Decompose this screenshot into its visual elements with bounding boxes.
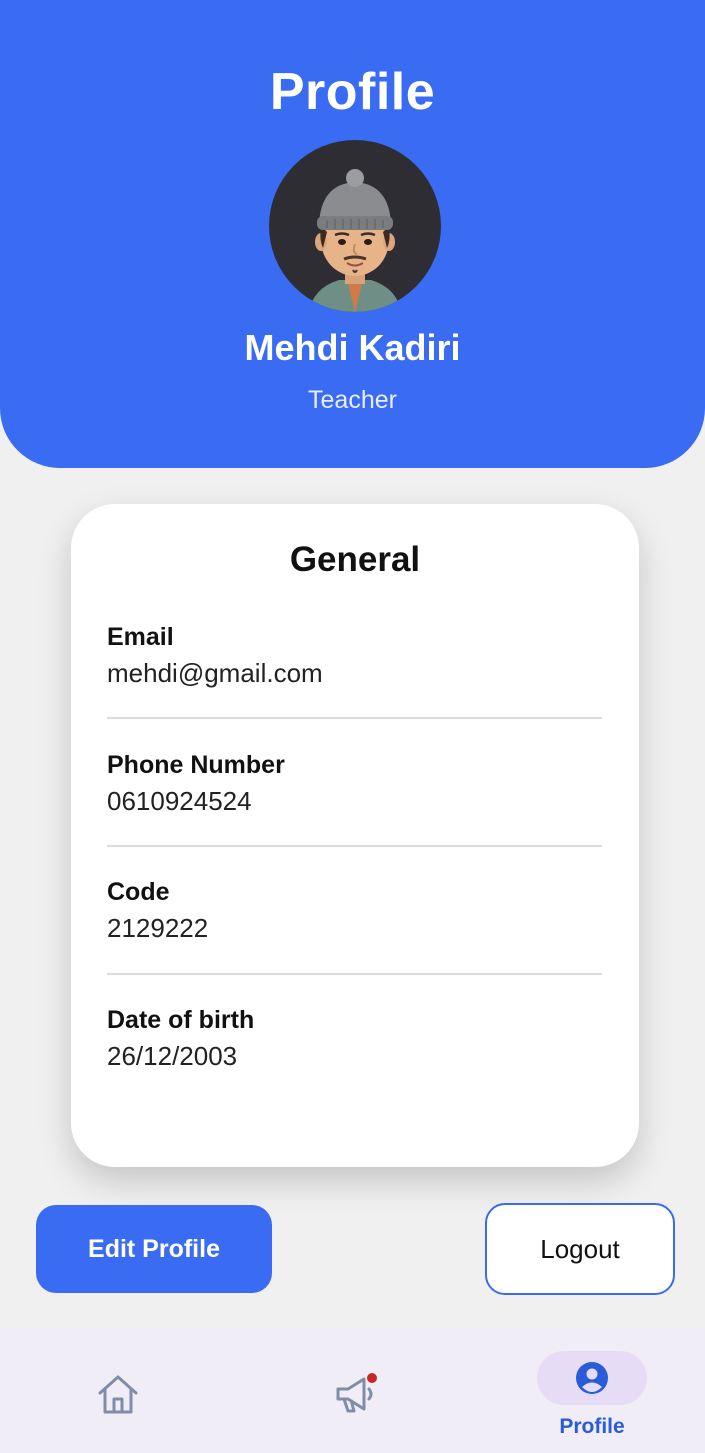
avatar[interactable] — [269, 140, 441, 312]
bottom-navigation: Profile — [0, 1327, 705, 1453]
nav-item-profile[interactable]: Profile — [537, 1351, 647, 1443]
divider — [107, 717, 602, 719]
field-value: 26/12/2003 — [107, 1041, 238, 1071]
nav-item-label: Profile — [559, 1415, 625, 1438]
notification-dot — [367, 1373, 377, 1383]
field-value: 0610924524 — [107, 786, 252, 816]
divider — [107, 845, 602, 847]
home-icon — [98, 1375, 138, 1414]
page-title: Profile — [269, 63, 436, 121]
nav-item-announcements[interactable] — [326, 1365, 384, 1423]
memoji-avatar-icon — [309, 169, 401, 312]
megaphone-icon — [336, 1373, 377, 1413]
date-of-birth-field: Date of birth 26/12/2003 — [107, 1005, 602, 1072]
nav-active-indicator — [537, 1351, 647, 1405]
field-value: 2129222 — [107, 913, 209, 943]
edit-profile-button[interactable]: Edit Profile — [36, 1205, 272, 1293]
card-title: General — [289, 540, 421, 579]
user-name: Mehdi Kadiri — [244, 327, 461, 368]
profile-header: Profile Mehdi Kadiri Teacher — [0, 0, 705, 468]
email-field: Email mehdi@gmail.com — [107, 622, 602, 689]
field-label: Code — [107, 878, 170, 906]
field-label: Date of birth — [107, 1006, 255, 1034]
field-label: Phone Number — [107, 751, 285, 779]
nav-item-home[interactable] — [90, 1367, 146, 1423]
user-role: Teacher — [308, 386, 397, 414]
logout-button[interactable]: Logout — [485, 1203, 675, 1295]
divider — [107, 973, 602, 975]
field-value: mehdi@gmail.com — [107, 658, 323, 688]
field-label: Email — [107, 623, 174, 651]
code-field: Code 2129222 — [107, 877, 602, 944]
phone-field: Phone Number 0610924524 — [107, 750, 602, 817]
general-info-card: General Email mehdi@gmail.com Phone Numb… — [71, 504, 639, 1167]
account-circle-icon — [576, 1362, 608, 1394]
